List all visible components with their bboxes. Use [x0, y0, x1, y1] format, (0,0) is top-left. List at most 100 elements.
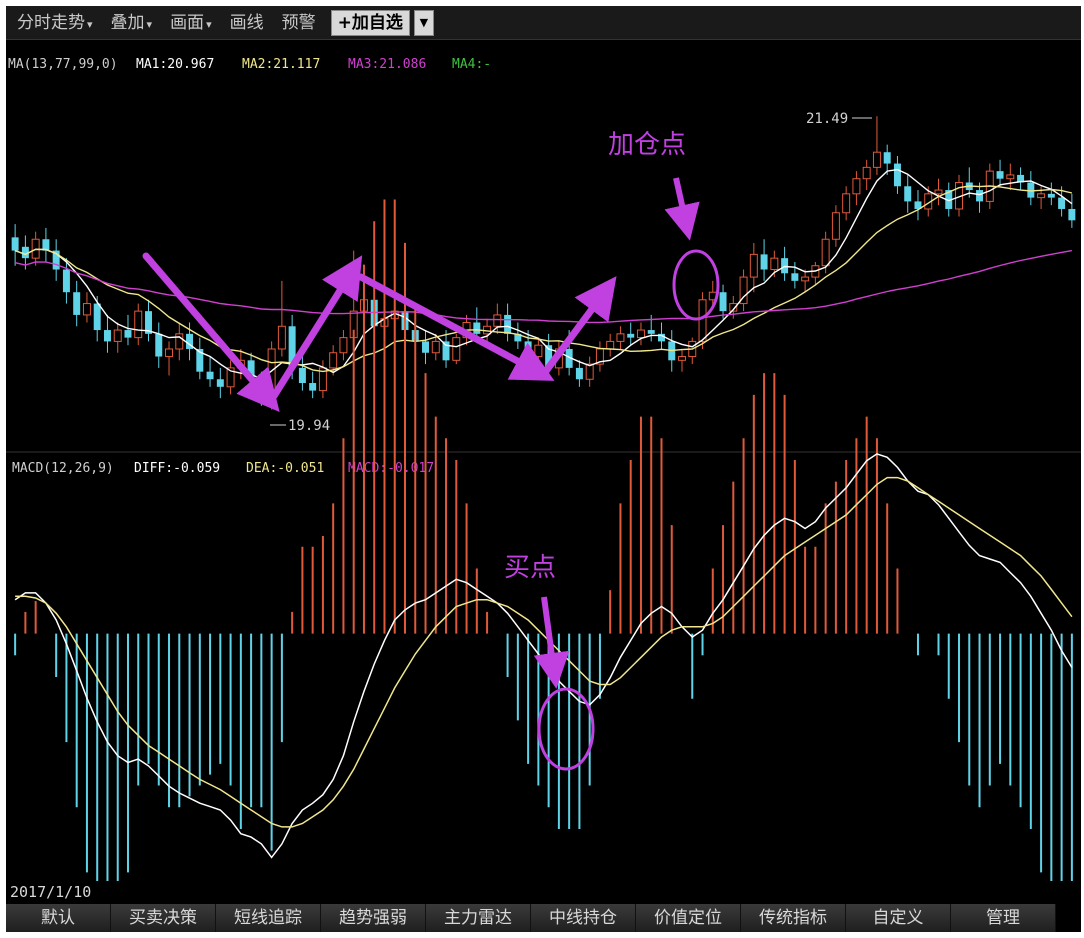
candle-body	[298, 367, 306, 384]
tab-classic-indicators[interactable]: 传统指标	[741, 904, 846, 932]
candle-body	[73, 292, 81, 315]
legend-ma-params: MA(13,77,99,0)	[8, 57, 118, 72]
candle-body	[422, 341, 430, 353]
tab-bar-filler	[1056, 904, 1081, 932]
candle-body	[719, 292, 727, 312]
toolbar-layout[interactable]: 画面 ▾	[163, 10, 219, 36]
candle-body	[862, 166, 871, 180]
candle-body	[678, 356, 686, 361]
candle-body	[770, 257, 779, 271]
candle-body	[113, 329, 122, 342]
candle-body	[165, 348, 174, 358]
candle-body	[1037, 193, 1046, 199]
add-watchlist-button[interactable]: +加自选	[330, 9, 410, 36]
candle-body	[996, 171, 1004, 179]
candle-body	[575, 367, 583, 380]
tab-short-track[interactable]: 短线追踪	[216, 904, 321, 932]
candle	[452, 333, 461, 365]
legend-macd: MACD:-0.017	[348, 461, 434, 476]
legend-dea: DEA:-0.051	[246, 461, 324, 476]
legend-ma4: MA4:-	[452, 57, 491, 72]
chevron-down-icon: ▾	[87, 17, 93, 31]
candle-body	[309, 383, 317, 391]
candle-body	[585, 363, 594, 380]
candle-body	[504, 314, 512, 334]
indicator-tab-bar: 默认 买卖决策 短线追踪 趋势强弱 主力雷达 中线持仓 价值定位 传统指标 自定…	[6, 904, 1081, 932]
candle-body	[62, 269, 70, 293]
candle-body	[216, 379, 224, 387]
candle-body	[134, 310, 143, 339]
candle-body	[1006, 174, 1015, 180]
candle-body	[277, 325, 286, 350]
legend-macd-params: MACD(12,26,9)	[12, 461, 114, 476]
candle-body	[339, 337, 348, 354]
toolbar-intraday[interactable]: 分时走势 ▾	[10, 10, 100, 36]
candle-body	[801, 276, 810, 282]
toolbar-label: 画线	[229, 12, 264, 33]
tab-trend-strength[interactable]: 趋势强弱	[321, 904, 426, 932]
toolbar-label: 叠加	[110, 12, 145, 33]
candle-body	[760, 254, 768, 270]
candle-body	[698, 299, 707, 342]
candle-body	[1058, 197, 1066, 209]
candle-body	[636, 329, 645, 339]
chevron-down-icon: ▾	[146, 17, 153, 31]
candle-body	[11, 237, 19, 251]
add-position-label: 加仓点	[608, 130, 686, 160]
candle-body	[82, 303, 91, 316]
candle-body	[431, 340, 440, 354]
candle-body	[452, 337, 461, 361]
candle-body	[329, 352, 338, 369]
candle-body	[616, 333, 625, 342]
legend-ma3: MA3:21.086	[348, 57, 426, 72]
candle-body	[976, 190, 984, 202]
toolbar: 分时走势 ▾ 叠加 ▾ 画面 ▾ 画线 预警 +加自选 ▼	[6, 6, 1081, 40]
watchlist-dropdown-button[interactable]: ▼	[413, 9, 434, 36]
buy-point-label: 买点	[504, 553, 556, 583]
low-price-label: 19.94	[288, 418, 330, 434]
tab-manage[interactable]: 管理	[951, 904, 1056, 932]
chevron-down-icon: ▾	[206, 17, 212, 31]
tab-value-position[interactable]: 价值定位	[636, 904, 741, 932]
chart-window: 分时走势 ▾ 叠加 ▾ 画面 ▾ 画线 预警 +加自选 ▼ MA(13,77,99,0…	[6, 6, 1081, 932]
candle-body	[103, 330, 111, 342]
candle-body	[781, 258, 789, 274]
candle-body	[524, 341, 532, 357]
candle-body	[206, 371, 214, 380]
candle-body	[647, 330, 655, 334]
tab-mid-hold[interactable]: 中线持仓	[531, 904, 636, 932]
tab-main-radar[interactable]: 主力雷达	[426, 904, 531, 932]
candle-body	[852, 178, 861, 195]
tab-custom[interactable]: 自定义	[846, 904, 951, 932]
candle-body	[934, 189, 943, 195]
toolbar-draw-line[interactable]: 画线	[223, 10, 271, 36]
candle-body	[821, 238, 830, 267]
candle-body	[1047, 193, 1055, 198]
candle-body	[749, 253, 758, 278]
candle-body	[904, 186, 912, 202]
candle-body	[493, 314, 502, 327]
candle-body	[1068, 208, 1076, 221]
toolbar-label: 分时走势	[17, 12, 85, 33]
tab-trade-decision[interactable]: 买卖决策	[111, 904, 216, 932]
candle-body	[155, 333, 163, 357]
stock-chart[interactable]: MA(13,77,99,0) MA1:20.967 MA2:21.117 MA3…	[6, 41, 1081, 881]
candle-body	[473, 322, 481, 334]
toolbar-alert[interactable]: 预警	[275, 10, 323, 36]
toolbar-overlay[interactable]: 叠加 ▾	[104, 10, 160, 36]
candle-body	[893, 163, 901, 187]
toolbar-label: 画面	[170, 12, 205, 33]
candle-body	[442, 341, 450, 361]
candle-body	[534, 344, 543, 358]
toolbar-label: 预警	[281, 12, 316, 33]
candle-body	[627, 333, 635, 338]
date-row: 2017/1/10	[6, 881, 1081, 903]
candle-body	[175, 333, 184, 350]
tab-default[interactable]: 默认	[6, 904, 111, 932]
high-price-label: 21.49	[806, 111, 848, 127]
candle-body	[124, 330, 132, 338]
candle-body	[883, 152, 891, 164]
legend-ma2: MA2:21.117	[242, 57, 320, 72]
candle-body	[791, 273, 799, 281]
candle-body	[872, 151, 881, 168]
